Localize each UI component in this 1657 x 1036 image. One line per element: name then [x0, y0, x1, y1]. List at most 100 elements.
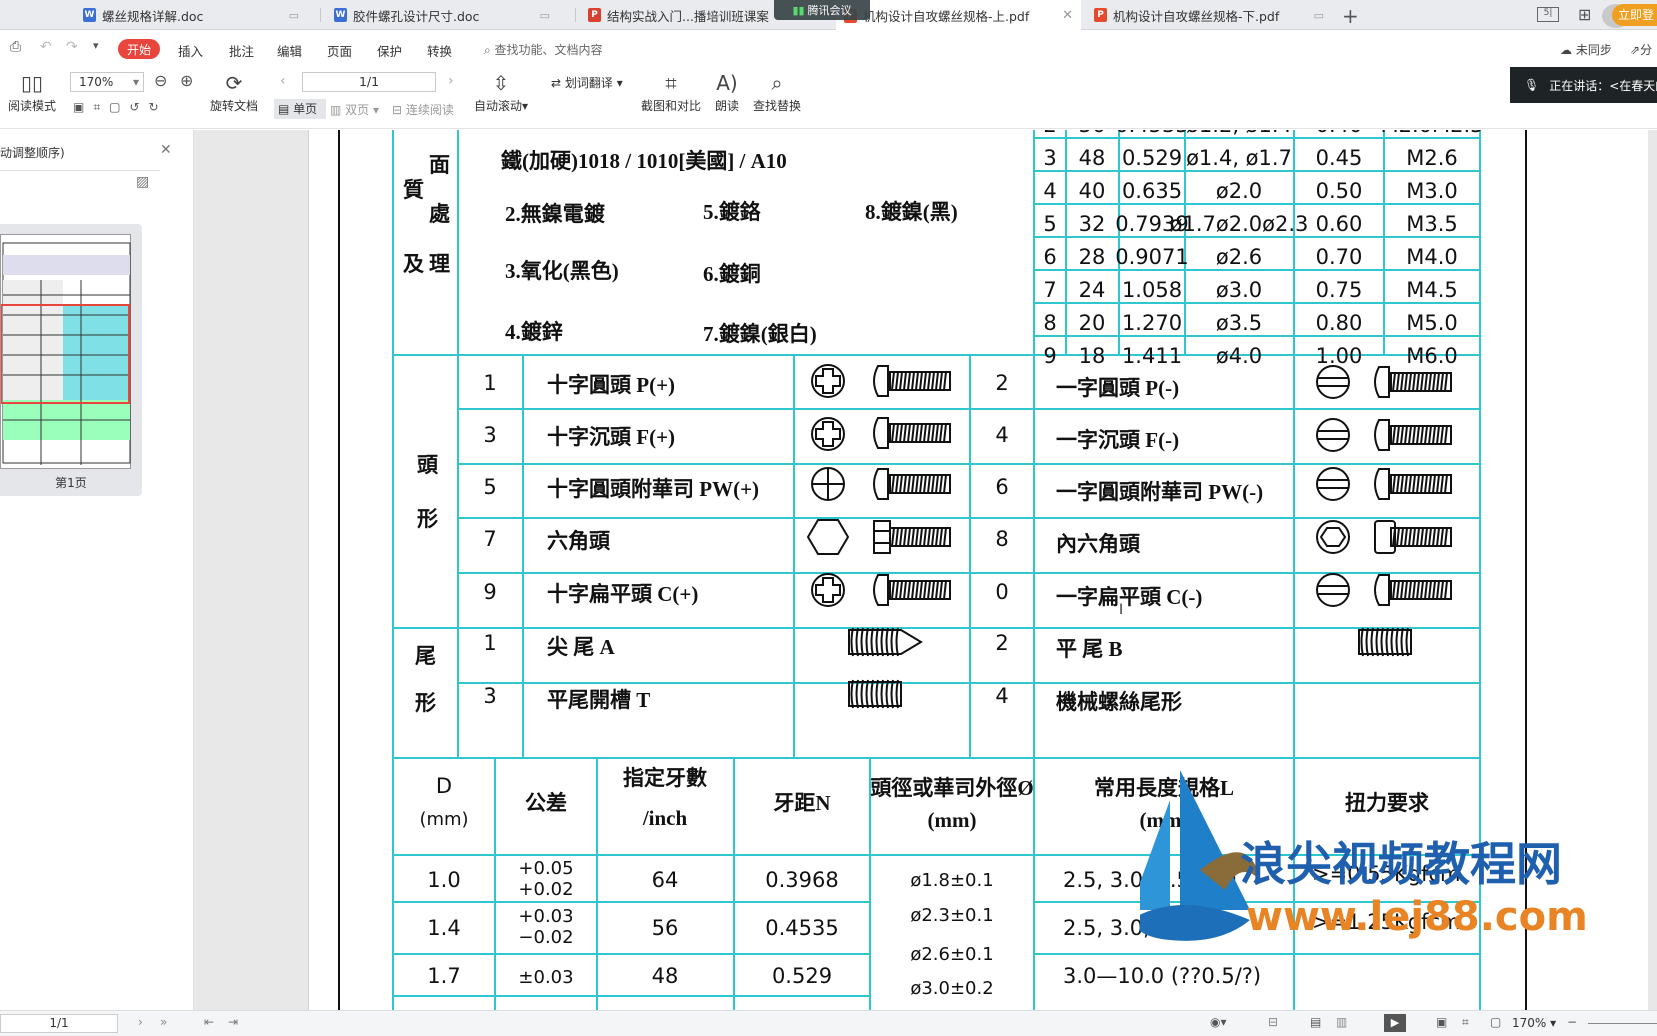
tab-pdf-active[interactable]: P 机构设计自攻螺丝规格-上.pdf ✕: [836, 0, 1081, 31]
screw-side-icon: [873, 468, 951, 500]
pitch-cell: M2.0M2.5: [1380, 130, 1483, 137]
status-zoom-value: 170%: [1512, 1016, 1547, 1030]
single-page-view-icon[interactable]: ▤: [1310, 1015, 1321, 1029]
thumbnail-preview: [0, 242, 131, 465]
screw-side-icons: [848, 365, 1452, 709]
flat-tail-icon: [848, 679, 902, 709]
pitch-cell: ø3.0: [1216, 278, 1262, 302]
screenshot-compare-button[interactable]: ⌗ 截图和对比: [638, 72, 704, 114]
double-page-button[interactable]: ▥ 双页 ▾: [330, 101, 379, 118]
tab-doc-2[interactable]: W 胶件螺孔设计尺寸.doc ▭: [326, 0, 560, 30]
tab-doc-1[interactable]: W 螺丝规格详解.doc ▭: [75, 0, 309, 30]
surface-label-4: 理: [429, 252, 450, 276]
translate-label: 划词翻译: [564, 76, 613, 90]
print-icon[interactable]: ⎙: [10, 39, 21, 55]
fit-page-icon[interactable]: ⌗: [1462, 1015, 1469, 1030]
text-cursor-icon: I: [1119, 602, 1123, 618]
auto-scroll-button[interactable]: ⇳ 自动滚动▾: [470, 72, 532, 114]
actual-size-icon[interactable]: ▣: [1436, 1015, 1447, 1029]
pitch-cell: 48: [1079, 146, 1106, 170]
eye-protect-icon[interactable]: ◉▾: [1210, 1015, 1227, 1029]
pitch-cell: 3: [1043, 146, 1056, 170]
login-button[interactable]: 立即登: [1612, 4, 1657, 26]
redo-icon[interactable]: ↷: [66, 39, 78, 55]
spec-head-dia: ø2.3±0.1: [910, 905, 993, 926]
sync-status[interactable]: ☁ 未同步: [1560, 41, 1612, 58]
close-icon[interactable]: ✕: [160, 142, 172, 158]
read-aloud-button[interactable]: A) 朗读: [710, 72, 744, 114]
search-icon: ⌕: [484, 43, 495, 57]
menu-protect[interactable]: 保护: [377, 41, 402, 60]
search-input[interactable]: ⌕ 查找功能、文档内容: [484, 41, 603, 58]
tail-type-label: 平 尾 B: [1056, 637, 1123, 661]
last-page-icon[interactable]: »: [160, 1015, 167, 1029]
tail-number: 4: [995, 684, 1008, 708]
meeting-badge[interactable]: ▮▮ 腾讯会议: [774, 0, 870, 20]
page-thumbnail[interactable]: [0, 234, 131, 469]
tail-number: 1: [483, 631, 496, 655]
share-button[interactable]: ⇗分: [1630, 41, 1652, 58]
chevron-down-icon[interactable]: ▾: [93, 39, 99, 52]
tab-indicator-icon[interactable]: ▭: [1314, 9, 1324, 22]
spec-pitch: 0.529: [772, 964, 832, 988]
pitch-cell: 0.529: [1122, 146, 1182, 170]
menu-insert[interactable]: 插入: [178, 41, 203, 60]
play-icon[interactable]: ▶: [1384, 1014, 1406, 1032]
page-number-input[interactable]: 1/1: [302, 72, 436, 92]
hex-socket-icon: [1316, 520, 1350, 554]
fit-width-icon[interactable]: ▢: [1490, 1015, 1501, 1029]
next-page-icon[interactable]: ›: [448, 73, 454, 89]
double-page-view-icon[interactable]: ▥: [1336, 1015, 1347, 1029]
tab-indicator-icon[interactable]: ▭: [289, 9, 299, 22]
pitch-cell: 1.00: [1316, 344, 1363, 368]
pitch-cell: 56: [1079, 130, 1106, 137]
find-replace-button[interactable]: ⌕ 查找替换: [750, 72, 804, 114]
next-page-icon[interactable]: ›: [138, 1015, 143, 1029]
rotate-doc-button[interactable]: ⟳ 旋转文档: [206, 72, 262, 114]
fit-icon[interactable]: ⊟: [1268, 1015, 1278, 1029]
translate-button[interactable]: ⇄ 划词翻译 ▾: [551, 74, 623, 91]
view-tools[interactable]: ▣⌗▢↺↻: [73, 100, 168, 115]
tab-label: 螺丝规格详解.doc: [102, 8, 204, 24]
zoom-out-icon[interactable]: ⊖: [154, 71, 167, 90]
grid-apps-icon[interactable]: ⊞: [1578, 5, 1591, 24]
menu-comment[interactable]: 批注: [229, 41, 254, 60]
image-icon[interactable]: ▨: [136, 174, 149, 190]
spec-header-torque: 扭力要求: [1345, 791, 1429, 815]
microphone-icon: 🎙: [1524, 78, 1540, 92]
status-zoom[interactable]: 170% ▾: [1512, 1016, 1556, 1030]
zoom-select[interactable]: 170% ▾: [70, 72, 144, 92]
tab-pdf-2[interactable]: P 机构设计自攻螺丝规格-下.pdf ▭: [1086, 0, 1334, 30]
spec-pitch: 0.4535: [765, 916, 838, 940]
menu-start[interactable]: 开始: [118, 39, 160, 59]
continuous-read-button[interactable]: ⊟ 连续阅读: [392, 101, 454, 118]
pitch-cell: ø1.7ø2.0ø2.3: [1170, 212, 1309, 236]
tail-type-label: 平尾開槽 T: [547, 688, 650, 712]
status-page-input[interactable]: 1/1: [0, 1014, 118, 1033]
head-type-label: 六角頭: [547, 529, 611, 553]
zoom-in-icon[interactable]: ⊕: [180, 71, 193, 90]
undo-icon[interactable]: ↶: [40, 39, 52, 55]
page-thumbnail-item[interactable]: 第1页: [0, 224, 142, 496]
menu-convert[interactable]: 转换: [427, 41, 452, 60]
spec-tolerance: +0.03: [518, 906, 573, 927]
back-icon[interactable]: ⇤: [204, 1015, 214, 1029]
finish-item: 8.鍍鎳(黑): [865, 200, 958, 224]
window-layout-icon[interactable]: 5|: [1537, 7, 1559, 22]
menu-edit[interactable]: 编辑: [277, 41, 302, 60]
read-mode-button[interactable]: ▯▯ 阅读模式: [4, 72, 60, 114]
menu-page[interactable]: 页面: [327, 41, 352, 60]
close-icon[interactable]: ✕: [1062, 8, 1073, 23]
spec-length: 2.5, 3.0, 3.5: [1063, 916, 1190, 940]
new-tab-plus-icon[interactable]: +: [1342, 4, 1359, 28]
zoom-slider[interactable]: [1588, 1023, 1657, 1024]
document-viewport[interactable]: 面 質 處 及 理 鐵(加硬)1018 / 1010[美國] / A10 2.無…: [194, 130, 1657, 1010]
prev-page-icon[interactable]: ‹: [280, 73, 286, 89]
spec-diameter: 1.0: [427, 868, 460, 892]
pdf-page: 面 質 處 及 理 鐵(加硬)1018 / 1010[美國] / A10 2.無…: [308, 130, 1648, 1010]
single-page-button[interactable]: ▤ 单页: [274, 99, 326, 119]
forward-icon[interactable]: ⇥: [228, 1015, 238, 1029]
tab-indicator-icon[interactable]: ▭: [540, 9, 550, 22]
thumbnail-panel: 动调整顺序) ✕ ▨ 第1页: [0, 130, 194, 1010]
zoom-out-icon[interactable]: −: [1567, 1015, 1577, 1029]
